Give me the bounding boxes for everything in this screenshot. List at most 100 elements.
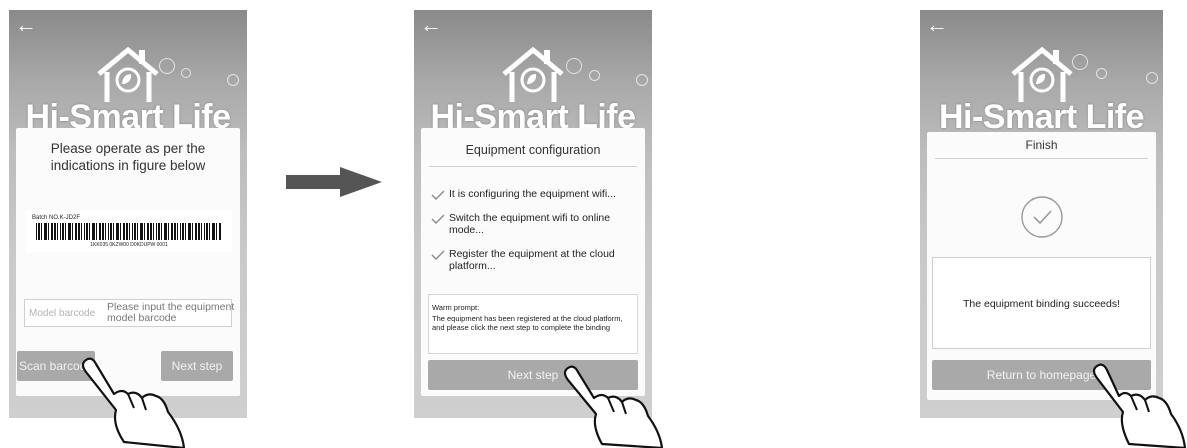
decor-bubble bbox=[589, 70, 600, 81]
barcode-stripe bbox=[201, 223, 202, 240]
barcode-stripe bbox=[110, 223, 112, 240]
config-step-text: It is configuring the equipment wifi... bbox=[449, 188, 616, 200]
barcode-stripe bbox=[195, 223, 197, 240]
decor-bubble bbox=[636, 74, 648, 86]
check-icon bbox=[431, 190, 445, 200]
barcode-stripe bbox=[137, 223, 138, 240]
phone-screen-finish: ← Hi-Smart Life Finish The equipment bin… bbox=[920, 10, 1163, 418]
result-box: The equipment binding succeeds! bbox=[932, 257, 1151, 349]
barcode-stripe bbox=[150, 223, 152, 240]
success-check-icon bbox=[1020, 196, 1063, 238]
model-barcode-input[interactable]: Model barcode Please input the equipment… bbox=[24, 299, 234, 327]
barcode-stripe bbox=[140, 223, 143, 240]
barcode-stripe bbox=[171, 223, 173, 240]
barcode-stripe bbox=[102, 223, 104, 240]
barcode-label-image: Batch NO.K-JD2F 1KK035 0KZW00 D0KDUPW 00… bbox=[26, 210, 232, 252]
divider bbox=[935, 158, 1148, 159]
barcode-stripe bbox=[38, 223, 40, 240]
barcode-stripe bbox=[123, 223, 125, 240]
barcode-stripe bbox=[144, 223, 145, 240]
barcode-stripe bbox=[134, 223, 136, 240]
barcode-stripe bbox=[185, 223, 186, 240]
barcode-stripe bbox=[92, 223, 95, 240]
decor-bubble bbox=[1146, 72, 1158, 84]
barcode-stripe bbox=[60, 223, 61, 240]
barcode-stripe bbox=[116, 223, 119, 240]
barcode-stripe bbox=[216, 223, 217, 240]
configuration-title: Equipment configuration bbox=[465, 143, 601, 157]
barcode-stripe bbox=[180, 223, 181, 240]
decor-bubble bbox=[181, 68, 191, 78]
barcode-stripe bbox=[147, 223, 149, 240]
barcode-stripe bbox=[75, 223, 77, 240]
barcode-stripe bbox=[164, 223, 167, 240]
config-step-text: Switch the equipment wifi to online mode… bbox=[449, 212, 611, 236]
barcode-stripe bbox=[182, 223, 184, 240]
barcode-stripe bbox=[51, 223, 53, 240]
barcode-stripe bbox=[204, 223, 205, 240]
decor-bubble bbox=[227, 74, 239, 86]
check-icon bbox=[431, 250, 445, 260]
barcode-stripe bbox=[57, 223, 58, 240]
barcode-stripe bbox=[156, 223, 157, 240]
barcode-stripe bbox=[168, 223, 169, 240]
model-barcode-label: Model barcode bbox=[29, 308, 96, 319]
barcode-stripe bbox=[108, 223, 109, 240]
house-leaf-logo-icon bbox=[1010, 46, 1073, 102]
barcode-stripe bbox=[48, 223, 49, 240]
barcode-stripe bbox=[81, 223, 82, 240]
barcode-stripe bbox=[44, 223, 47, 240]
decor-bubble bbox=[566, 58, 582, 74]
barcode-stripe bbox=[99, 223, 101, 240]
barcode-stripe bbox=[132, 223, 133, 240]
barcode-stripe bbox=[65, 223, 66, 240]
barcode-stripe bbox=[188, 223, 191, 240]
barcode-stripe bbox=[62, 223, 64, 240]
back-arrow-icon[interactable]: ← bbox=[926, 14, 948, 36]
configuration-card: Equipment configuration It is configurin… bbox=[421, 128, 645, 396]
barcode-stripe bbox=[126, 223, 128, 240]
barcode-stripe bbox=[120, 223, 121, 240]
barcode-stripe bbox=[198, 223, 200, 240]
barcode-stripe bbox=[174, 223, 176, 240]
barcode-number: 1KK035 0KZW00 D0KDUPW 0001 bbox=[90, 242, 168, 248]
barcode-stripe bbox=[89, 223, 90, 240]
barcode-stripe bbox=[96, 223, 97, 240]
barcode-stripe bbox=[72, 223, 73, 240]
warm-prompt-box: Warm prompt: The equipment has been regi… bbox=[428, 294, 638, 354]
warm-prompt-title: Warm prompt: bbox=[432, 303, 480, 312]
back-arrow-icon[interactable]: ← bbox=[15, 14, 37, 36]
warm-prompt-text: The equipment has been registered at the… bbox=[432, 314, 623, 332]
barcode-stripe bbox=[84, 223, 85, 240]
barcode-stripe bbox=[209, 223, 210, 240]
divider bbox=[429, 166, 637, 167]
phone-screen-config: ← Hi-Smart Life Equipment configuration … bbox=[414, 10, 652, 418]
barcode-graphic bbox=[36, 223, 221, 240]
barcode-stripe bbox=[161, 223, 162, 240]
back-arrow-icon[interactable]: ← bbox=[420, 14, 442, 36]
barcode-stripe bbox=[41, 223, 42, 240]
barcode-stripe bbox=[206, 223, 208, 240]
pointing-hand-icon bbox=[1092, 363, 1187, 448]
pointing-hand-icon bbox=[81, 357, 186, 448]
barcode-stripe bbox=[212, 223, 215, 240]
barcode-stripe bbox=[177, 223, 178, 240]
barcode-stripe bbox=[153, 223, 154, 240]
barcode-stripe bbox=[113, 223, 114, 240]
barcode-stripe bbox=[219, 223, 221, 240]
config-step-text: Register the equipment at the cloud plat… bbox=[449, 248, 615, 272]
barcode-stripe bbox=[36, 223, 37, 240]
barcode-stripe bbox=[68, 223, 71, 240]
house-leaf-logo-icon bbox=[97, 46, 159, 102]
decor-bubble bbox=[1096, 68, 1107, 79]
barcode-stripe bbox=[105, 223, 106, 240]
barcode-stripe bbox=[192, 223, 193, 240]
barcode-stripe bbox=[129, 223, 130, 240]
house-leaf-logo-icon bbox=[502, 46, 564, 102]
barcode-stripe bbox=[54, 223, 56, 240]
barcode-stripe bbox=[78, 223, 80, 240]
check-icon bbox=[431, 214, 445, 224]
barcode-stripe bbox=[158, 223, 160, 240]
result-message: The equipment binding succeeds! bbox=[962, 298, 1121, 310]
flow-arrow-icon bbox=[286, 167, 382, 197]
